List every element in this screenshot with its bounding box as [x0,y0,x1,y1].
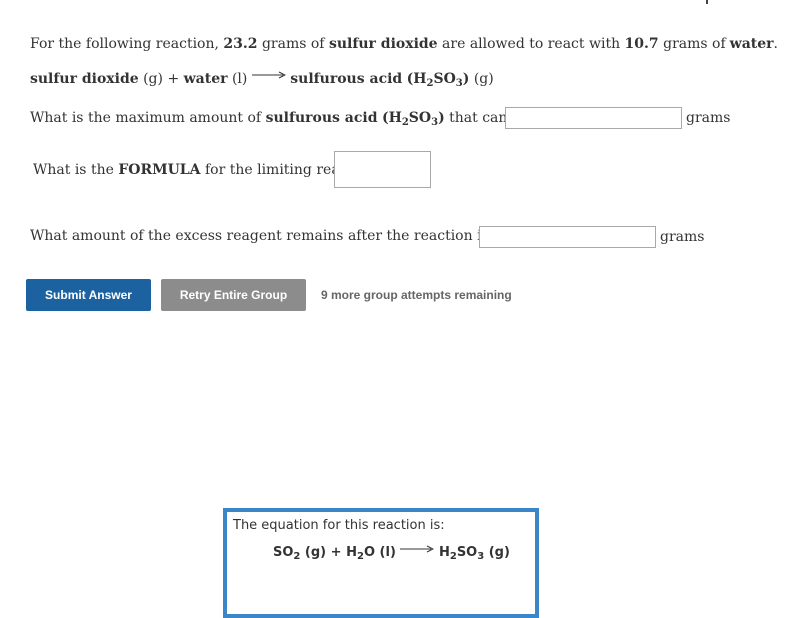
product-formula-close: ) [462,71,470,87]
reaction-product: sulfurous acid [290,71,403,87]
intro-mid2: are allowed to react with [442,36,621,52]
eq-lhs2b: O [363,545,376,560]
q1-formula-close: ) [438,110,445,126]
q1-bold: sulfurous acid [265,110,378,126]
q3-unit: grams [660,229,705,245]
reaction-reactant-2: water [183,71,228,87]
submit-answer-button[interactable]: Submit Answer [26,279,151,311]
q1-sub-1: 2 [401,117,409,128]
eq-lhs1-state: (g) [304,545,327,560]
equation-arrow-icon [400,545,435,553]
reaction-plus: + [167,71,180,87]
equation-box-title: The equation for this reaction is: [233,518,445,533]
intro-end: . [773,36,778,52]
eq-plus: + [330,545,342,560]
eq-lhs2-sub: 2 [356,551,364,562]
eq-rhs-a: H [438,545,450,560]
reaction-line: sulfur dioxide (g) + water (l) sulfurous… [30,71,494,89]
eq-lhs1-sub: 2 [293,551,301,562]
reaction-product-state: (g) [473,71,494,87]
reaction-reactant-1: sulfur dioxide [30,71,139,87]
excess-remaining-input[interactable] [479,226,656,248]
product-formula-mid: SO [433,71,456,87]
reaction-state-1: (g) [143,71,163,87]
eq-rhs-b: SO [456,545,478,560]
equation-box-equation: SO2 (g) + H2O (l) H2SO3 (g) [273,545,510,562]
intro-prefix: For the following reaction, [30,36,219,52]
q1-unit: grams [686,110,731,126]
reactant-2: water [729,36,774,52]
problem-statement: For the following reaction, 23.2 grams o… [30,36,778,52]
attempts-remaining: 9 more group attempts remaining [321,288,512,302]
product-sub-2: 3 [455,78,463,89]
q1-pre: What is the maximum amount of [30,110,262,126]
limiting-reagent-input[interactable] [334,151,431,188]
max-amount-input[interactable] [505,107,682,129]
q2-pre: What is the [33,162,114,178]
eq-lhs2-state: (l) [379,545,396,560]
eq-rhs-sub1: 2 [449,551,457,562]
q2-bold: FORMULA [118,162,201,178]
intro-mid3: grams of [663,36,726,52]
mass-sulfur-dioxide: 23.2 [223,36,258,52]
reactant-1: sulfur dioxide [328,36,438,52]
retry-entire-group-button[interactable]: Retry Entire Group [161,279,306,311]
reaction-state-2: (l) [231,71,248,87]
equation-hint-box: The equation for this reaction is: SO2 (… [223,508,539,618]
intro-mid1: grams of [261,36,325,52]
product-formula-open: (H [406,71,427,87]
question-limiting-reagent: What is the FORMULA for the limiting rea… [33,162,379,178]
eq-lhs1: SO [273,545,294,560]
eq-rhs-sub2: 3 [477,551,485,562]
q1-formula-open: (H [381,110,402,126]
eq-rhs-state: (g) [488,545,510,560]
mass-water: 10.7 [624,36,659,52]
reaction-arrow-icon [251,71,286,79]
corner-mark [706,0,708,4]
eq-lhs2a: H [346,545,357,560]
q1-formula-mid: SO [408,110,432,126]
